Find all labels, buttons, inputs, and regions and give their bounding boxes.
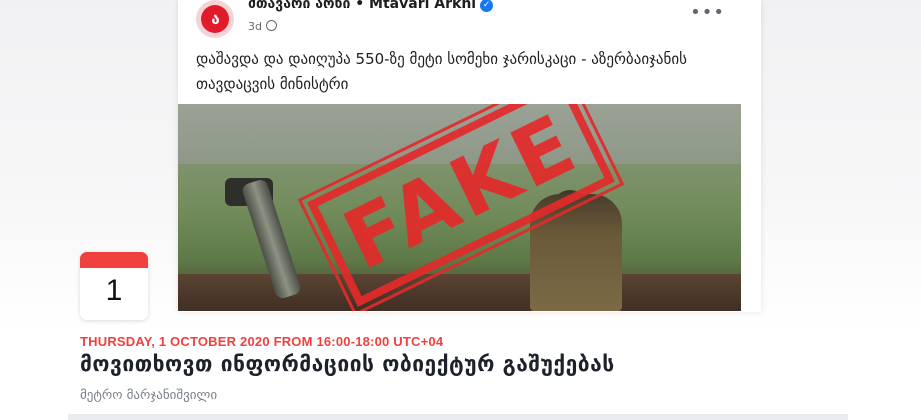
- page-avatar[interactable]: ა: [196, 0, 234, 38]
- divider: [68, 414, 848, 420]
- more-options-icon[interactable]: •••: [690, 2, 725, 23]
- post-image[interactable]: FAKE: [178, 104, 741, 311]
- event-host[interactable]: მეტრო მარჯანიშვილი: [80, 388, 217, 403]
- image-ground: [178, 274, 741, 311]
- page-name-link[interactable]: მთავარი არხი • Mtavari Arkhi ✓: [248, 0, 494, 12]
- facebook-post-card: ა მთავარი არხი • Mtavari Arkhi ✓ 3d ••• დ…: [178, 0, 761, 312]
- event-date: THURSDAY, 1 OCTOBER 2020 FROM 16:00-18:0…: [80, 334, 444, 349]
- event-title[interactable]: მოვითხოვთ ინფორმაციის ობიექტურ გაშუქებას: [80, 352, 615, 376]
- post-header: ა მთავარი არხი • Mtavari Arkhi ✓ 3d •••: [178, 0, 761, 40]
- calendar-header: [80, 252, 148, 268]
- post-time-label: 3d: [248, 20, 262, 33]
- globe-icon: [265, 20, 277, 31]
- verified-badge-icon: ✓: [480, 0, 494, 12]
- calendar-day: 1: [105, 274, 123, 307]
- post-text: დაშავდა და დაიღუპა 550-ზე მეტი სომეხი ჯა…: [196, 50, 687, 93]
- page-name: მთავარი არხი • Mtavari Arkhi: [248, 0, 477, 12]
- channel-logo: ა: [201, 5, 229, 33]
- post-timestamp[interactable]: 3d: [248, 20, 277, 33]
- calendar-icon: 1: [80, 252, 148, 320]
